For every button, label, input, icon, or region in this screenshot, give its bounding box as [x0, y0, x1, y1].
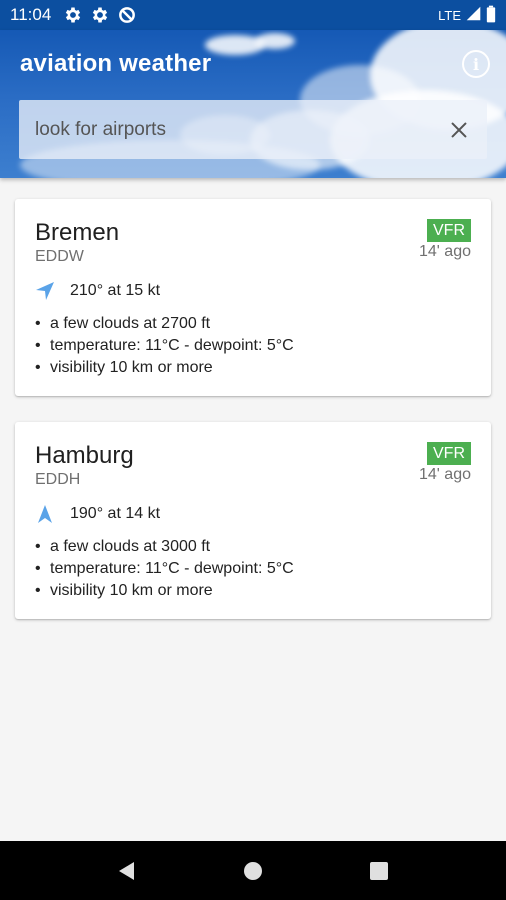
status-bar: 11:04 LTE — [0, 0, 506, 30]
app-title: aviation weather — [20, 50, 212, 77]
station-city: Bremen — [35, 219, 120, 246]
list-item: • temperature: 11°C - dewpoint: 5°C — [35, 335, 471, 357]
status-right: LTE — [438, 5, 496, 26]
data-saver-icon — [117, 5, 137, 25]
info-icon[interactable]: i — [462, 50, 490, 78]
weather-details: • a few clouds at 3000 ft • temperature: 1… — [35, 536, 471, 602]
station-city: Hamburg — [35, 442, 134, 469]
wind-direction-icon — [35, 504, 55, 524]
station-card[interactable]: Bremen EDDW VFR 14' ago 210° at 15 kt • a… — [15, 199, 491, 396]
system-nav-bar — [0, 841, 506, 900]
observation-age: 14' ago — [419, 243, 471, 260]
weather-details: • a few clouds at 2700 ft • temperature: 1… — [35, 313, 471, 379]
network-type: LTE — [438, 7, 461, 23]
station-icao: EDDW — [35, 248, 84, 265]
back-icon[interactable] — [115, 859, 139, 883]
gear-icon — [90, 5, 110, 25]
list-item: • visibility 10 km or more — [35, 580, 471, 602]
wind-text: 190° at 14 kt — [70, 505, 161, 522]
detail-text: temperature: 11°C - dewpoint: 5°C — [50, 560, 294, 577]
screen: 11:04 LTE aviation weather i look for ai… — [0, 0, 506, 900]
recents-icon[interactable] — [367, 859, 391, 883]
list-item: • a few clouds at 3000 ft — [35, 536, 471, 558]
app-header: aviation weather i — [0, 30, 506, 178]
list-item: • visibility 10 km or more — [35, 357, 471, 379]
station-card[interactable]: Hamburg EDDH VFR 14' ago 190° at 14 kt •… — [15, 422, 491, 619]
search-input[interactable] — [35, 118, 447, 141]
wind-row: 210° at 15 kt — [35, 279, 471, 303]
detail-text: a few clouds at 3000 ft — [50, 538, 211, 555]
detail-text: visibility 10 km or more — [50, 582, 213, 599]
flight-category-badge: VFR — [427, 219, 471, 242]
search-box — [19, 100, 487, 159]
detail-text: a few clouds at 2700 ft — [50, 315, 211, 332]
station-icao: EDDH — [35, 471, 81, 488]
observation-age: 14' ago — [419, 466, 471, 483]
flight-category-badge: VFR — [427, 442, 471, 465]
detail-text: visibility 10 km or more — [50, 359, 213, 376]
battery-icon — [486, 5, 496, 26]
signal-icon — [465, 5, 482, 25]
wind-row: 190° at 14 kt — [35, 502, 471, 526]
detail-text: temperature: 11°C - dewpoint: 5°C — [50, 337, 294, 354]
list-item: • a few clouds at 2700 ft — [35, 313, 471, 335]
gear-icon — [63, 5, 83, 25]
wind-text: 210° at 15 kt — [70, 282, 161, 299]
status-time: 11:04 — [10, 5, 52, 24]
list-item: • temperature: 11°C - dewpoint: 5°C — [35, 558, 471, 580]
wind-direction-icon — [35, 281, 55, 301]
home-icon[interactable] — [241, 859, 265, 883]
close-icon[interactable] — [447, 118, 471, 142]
